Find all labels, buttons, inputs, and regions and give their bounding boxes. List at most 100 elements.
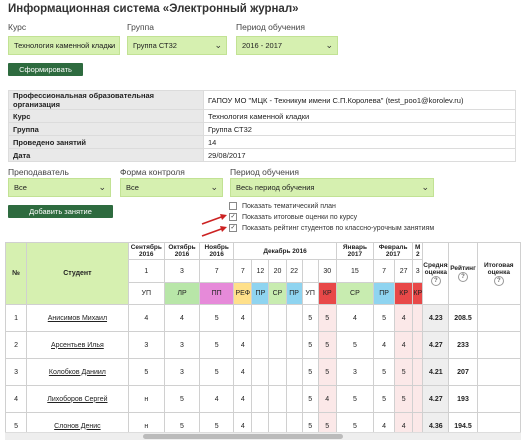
grade-cell[interactable]: 4 bbox=[317, 385, 337, 413]
grade-cell[interactable]: 4 bbox=[163, 304, 201, 332]
grade-cell[interactable] bbox=[412, 358, 424, 386]
grade-cell[interactable]: 5 bbox=[317, 331, 337, 359]
lesson-type-header[interactable]: УП bbox=[127, 282, 165, 305]
lesson-type-header[interactable]: ЛР bbox=[163, 282, 201, 305]
help-icon[interactable]: ? bbox=[493, 275, 504, 286]
grade-cell[interactable]: 4 bbox=[127, 304, 165, 332]
grade-cell[interactable]: 5 bbox=[335, 385, 375, 413]
control-form-select[interactable]: Все ⌄ bbox=[120, 178, 223, 197]
grade-cell[interactable]: н bbox=[127, 385, 165, 413]
scrollbar-thumb[interactable] bbox=[143, 434, 343, 439]
period2-select[interactable]: Весь период обучения ⌄ bbox=[230, 178, 434, 197]
checkbox-rating[interactable]: ✓ Показать рейтинг студентов по классно-… bbox=[229, 224, 434, 232]
lesson-type-header[interactable]: ПП bbox=[199, 282, 235, 305]
grade-cell[interactable]: 5 bbox=[317, 304, 337, 332]
rating-cell: 208.5 bbox=[448, 304, 478, 332]
grade-cell[interactable] bbox=[285, 385, 303, 413]
grade-cell[interactable] bbox=[251, 358, 270, 386]
grade-cell[interactable]: 5 bbox=[127, 358, 165, 386]
grade-cell[interactable]: 5 bbox=[199, 331, 235, 359]
lesson-type-header[interactable]: СР bbox=[268, 282, 287, 305]
day-header[interactable]: 27 bbox=[394, 259, 414, 283]
grade-cell[interactable] bbox=[412, 385, 424, 413]
checkbox-thematic-plan[interactable]: Показать тематический план bbox=[229, 202, 336, 210]
grade-cell[interactable]: 5 bbox=[301, 331, 319, 359]
checkbox-final-grades[interactable]: ✓ Показать итоговые оценки по курсу bbox=[229, 213, 357, 221]
day-header[interactable]: 7 bbox=[233, 259, 253, 283]
grade-cell[interactable] bbox=[412, 331, 424, 359]
help-icon[interactable]: ? bbox=[430, 275, 441, 286]
add-lesson-button[interactable]: Добавить занятие bbox=[8, 205, 113, 218]
period-select[interactable]: 2016 - 2017 ⌄ bbox=[236, 36, 338, 55]
day-header[interactable]: 22 bbox=[285, 259, 303, 283]
day-header[interactable]: 15 bbox=[335, 259, 375, 283]
course-select[interactable]: Технология каменной кладки ⌄ bbox=[8, 36, 120, 55]
grade-cell[interactable]: 3 bbox=[163, 358, 201, 386]
grade-cell[interactable]: 5 bbox=[317, 358, 337, 386]
lesson-type-header[interactable]: СР bbox=[335, 282, 375, 305]
group-select[interactable]: Группа СТ32 ⌄ bbox=[127, 36, 227, 55]
grade-cell[interactable]: 3 bbox=[335, 358, 375, 386]
student-name-link[interactable]: Лихоборов Сергей bbox=[26, 385, 129, 413]
grade-cell[interactable]: 4 bbox=[233, 385, 253, 413]
grade-cell[interactable]: 4 bbox=[233, 304, 253, 332]
grade-cell[interactable] bbox=[268, 385, 287, 413]
grade-cell[interactable]: 4 bbox=[394, 331, 414, 359]
lesson-type-header[interactable]: УП bbox=[301, 282, 319, 305]
lesson-type-header[interactable]: ПР bbox=[373, 282, 396, 305]
day-header[interactable]: 7 bbox=[373, 259, 396, 283]
grade-cell[interactable]: 3 bbox=[127, 331, 165, 359]
lesson-type-header[interactable]: ПР bbox=[251, 282, 270, 305]
lesson-type-header[interactable]: КР bbox=[394, 282, 414, 305]
grade-cell[interactable]: 5 bbox=[199, 304, 235, 332]
student-name-link[interactable]: Анисимов Михаил bbox=[26, 304, 129, 332]
grade-cell[interactable]: 5 bbox=[301, 385, 319, 413]
grade-cell[interactable]: 5 bbox=[394, 385, 414, 413]
day-header[interactable]: 12 bbox=[251, 259, 270, 283]
grade-cell[interactable] bbox=[268, 331, 287, 359]
grade-cell[interactable]: 5 bbox=[373, 358, 396, 386]
grade-cell[interactable]: 4 bbox=[233, 331, 253, 359]
day-header[interactable]: 7 bbox=[199, 259, 235, 283]
grade-cell[interactable] bbox=[285, 358, 303, 386]
grade-cell[interactable]: 5 bbox=[335, 331, 375, 359]
grade-cell[interactable]: 5 bbox=[199, 358, 235, 386]
teacher-select[interactable]: Все ⌄ bbox=[8, 178, 111, 197]
student-name-link[interactable]: Арсентьев Илья bbox=[26, 331, 129, 359]
lesson-type-header[interactable]: КР bbox=[412, 282, 424, 305]
day-header[interactable]: 20 bbox=[268, 259, 287, 283]
grade-cell[interactable]: 5 bbox=[163, 385, 201, 413]
grade-cell[interactable] bbox=[251, 304, 270, 332]
help-icon[interactable]: ? bbox=[458, 272, 468, 282]
day-header[interactable] bbox=[301, 259, 319, 283]
grade-cell[interactable] bbox=[285, 331, 303, 359]
student-name-link[interactable]: Колобков Даниил bbox=[26, 358, 129, 386]
grade-cell[interactable]: 3 bbox=[163, 331, 201, 359]
grade-cell[interactable]: 5 bbox=[394, 358, 414, 386]
grade-cell[interactable]: 4 bbox=[394, 304, 414, 332]
horizontal-scrollbar[interactable] bbox=[5, 432, 521, 440]
grade-cell[interactable]: 5 bbox=[373, 385, 396, 413]
grade-cell[interactable]: 4 bbox=[199, 385, 235, 413]
lesson-type-header[interactable]: ПР bbox=[285, 282, 303, 305]
lesson-type-header[interactable]: КР bbox=[317, 282, 337, 305]
grade-cell[interactable]: 4 bbox=[373, 331, 396, 359]
grade-cell[interactable]: 5 bbox=[301, 304, 319, 332]
day-header[interactable]: 3 bbox=[412, 259, 424, 283]
grade-cell[interactable]: 4 bbox=[335, 304, 375, 332]
day-header[interactable]: 3 bbox=[163, 259, 201, 283]
grade-cell[interactable]: 4 bbox=[233, 358, 253, 386]
grade-cell[interactable]: 5 bbox=[373, 304, 396, 332]
grade-cell[interactable]: 5 bbox=[301, 358, 319, 386]
grade-cell[interactable] bbox=[285, 304, 303, 332]
checkbox-box[interactable] bbox=[229, 202, 237, 210]
grade-cell[interactable] bbox=[251, 385, 270, 413]
day-header[interactable]: 1 bbox=[127, 259, 165, 283]
generate-button[interactable]: Сформировать bbox=[8, 63, 83, 76]
day-header[interactable]: 30 bbox=[317, 259, 337, 283]
grade-cell[interactable] bbox=[251, 331, 270, 359]
grade-cell[interactable] bbox=[268, 304, 287, 332]
grade-cell[interactable] bbox=[268, 358, 287, 386]
lesson-type-header[interactable]: РЕФ bbox=[233, 282, 253, 305]
grade-cell[interactable] bbox=[412, 304, 424, 332]
